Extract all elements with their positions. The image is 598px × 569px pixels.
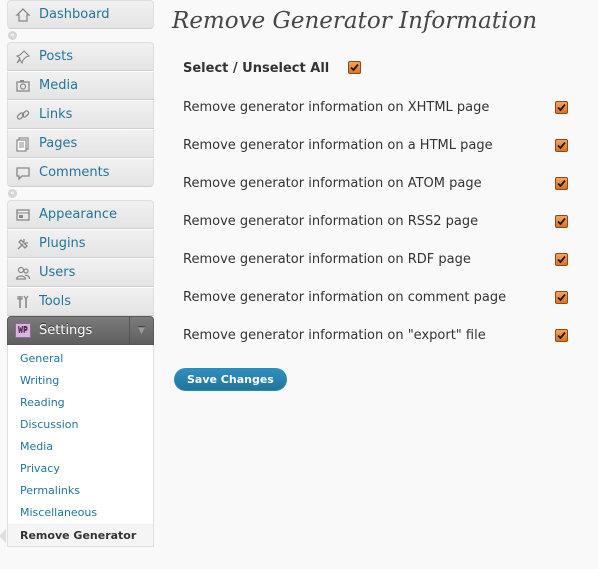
submenu-item-discussion[interactable]: Discussion [8, 414, 153, 436]
menu-item-tools[interactable]: Tools [7, 287, 154, 316]
checkmark-icon [557, 141, 566, 149]
menu-separator[interactable]: « [7, 29, 154, 42]
option-checkbox[interactable] [555, 290, 568, 304]
menu-label-dashboard: Dashboard [39, 7, 110, 22]
tools-icon [14, 293, 32, 311]
settings-icon-glyph: WP [15, 323, 31, 338]
menu-group-content: Posts Media Links Pages Comments [7, 42, 154, 187]
option-label: Remove generator information on RDF page [183, 251, 471, 267]
option-label: Remove generator information on a HTML p… [183, 137, 493, 153]
checkmark-icon [350, 63, 359, 72]
submenu-item-permalinks[interactable]: Permalinks [8, 480, 153, 502]
select-all-row: Select / Unselect All [172, 48, 598, 88]
menu-item-dashboard[interactable]: Dashboard [7, 0, 154, 29]
settings-submenu: General Writing Reading Discussion Media… [0, 345, 154, 547]
menu-label-comments: Comments [39, 165, 110, 180]
menu-label-links: Links [39, 107, 73, 122]
pin-icon [14, 48, 32, 66]
menu-item-comments[interactable]: Comments [7, 158, 154, 187]
submenu-item-reading[interactable]: Reading [8, 392, 153, 414]
option-label: Remove generator information on RSS2 pag… [183, 213, 479, 229]
checkmark-icon [557, 255, 566, 263]
menu-group-top: Dashboard [7, 0, 154, 29]
menu-item-appearance[interactable]: Appearance [7, 200, 154, 229]
checkmark-icon [557, 331, 566, 339]
option-row: Remove generator information on RSS2 pag… [172, 202, 598, 240]
option-checkbox[interactable] [555, 100, 568, 114]
menu-item-users[interactable]: Users [7, 258, 154, 287]
option-row: Remove generator information on RDF page [172, 240, 598, 278]
menu-label-settings: Settings [39, 323, 93, 338]
page-title: Remove Generator Information [172, 8, 538, 34]
checkmark-icon [557, 103, 566, 111]
save-changes-button[interactable]: Save Changes [174, 368, 287, 391]
settings-icon: WP [14, 322, 32, 340]
dashboard-icon [14, 6, 32, 24]
select-all-checkbox[interactable] [348, 61, 361, 74]
option-checkbox[interactable] [555, 138, 568, 152]
menu-item-pages[interactable]: Pages [7, 129, 154, 158]
plugin-icon [14, 235, 32, 253]
option-row: Remove generator information on XHTML pa… [172, 88, 598, 126]
option-checkbox[interactable] [555, 252, 568, 266]
checkmark-icon [557, 217, 566, 225]
option-row: Remove generator information on comment … [172, 278, 598, 316]
option-label: Remove generator information on ATOM pag… [183, 175, 482, 191]
submenu-item-media[interactable]: Media [8, 436, 153, 458]
menu-item-settings[interactable]: WP Settings ▼ [7, 316, 154, 345]
option-checkbox[interactable] [555, 328, 568, 342]
main-content: Remove Generator Information Select / Un… [172, 0, 598, 391]
appearance-icon [14, 206, 32, 224]
option-label: Remove generator information on comment … [183, 289, 507, 305]
submenu-item-privacy[interactable]: Privacy [8, 458, 153, 480]
menu-label-plugins: Plugins [39, 236, 86, 251]
menu-group-admin: Appearance Plugins Users Tools WP Settin… [0, 200, 154, 547]
menu-item-media[interactable]: Media [7, 71, 154, 100]
menu-label-users: Users [39, 265, 76, 280]
comment-icon [14, 164, 32, 182]
collapse-arrow-icon[interactable]: « [8, 189, 17, 198]
submenu-item-remove-generator[interactable]: Remove Generator [0, 524, 153, 546]
option-checkbox[interactable] [555, 176, 568, 190]
users-icon [14, 264, 32, 282]
menu-item-posts[interactable]: Posts [7, 42, 154, 71]
menu-label-tools: Tools [39, 294, 72, 309]
checkmark-icon [557, 293, 566, 301]
option-row: Remove generator information on "export"… [172, 316, 598, 354]
option-label: Remove generator information on XHTML pa… [183, 99, 490, 115]
menu-label-appearance: Appearance [39, 207, 118, 222]
menu-label-pages: Pages [39, 136, 78, 151]
option-checkbox[interactable] [555, 214, 568, 228]
menu-label-media: Media [39, 78, 79, 93]
menu-separator[interactable]: « [7, 187, 154, 200]
submenu-item-miscellaneous[interactable]: Miscellaneous [8, 502, 153, 524]
submenu-item-writing[interactable]: Writing [8, 370, 153, 392]
menu-label-posts: Posts [39, 49, 73, 64]
submenu-item-general[interactable]: General [8, 348, 153, 370]
checkmark-icon [557, 179, 566, 187]
submenu-toggle-icon[interactable]: ▼ [129, 317, 153, 344]
option-label: Remove generator information on "export"… [183, 327, 486, 343]
menu-item-links[interactable]: Links [7, 100, 154, 129]
admin-sidebar: Dashboard « Posts Media Links Pages Comm… [0, 0, 154, 547]
option-row: Remove generator information on a HTML p… [172, 126, 598, 164]
link-icon [14, 106, 32, 124]
collapse-arrow-icon[interactable]: « [8, 31, 17, 40]
option-row: Remove generator information on ATOM pag… [172, 164, 598, 202]
select-all-label: Select / Unselect All [183, 60, 330, 76]
pages-icon [14, 135, 32, 153]
menu-item-plugins[interactable]: Plugins [7, 229, 154, 258]
media-icon [14, 77, 32, 95]
